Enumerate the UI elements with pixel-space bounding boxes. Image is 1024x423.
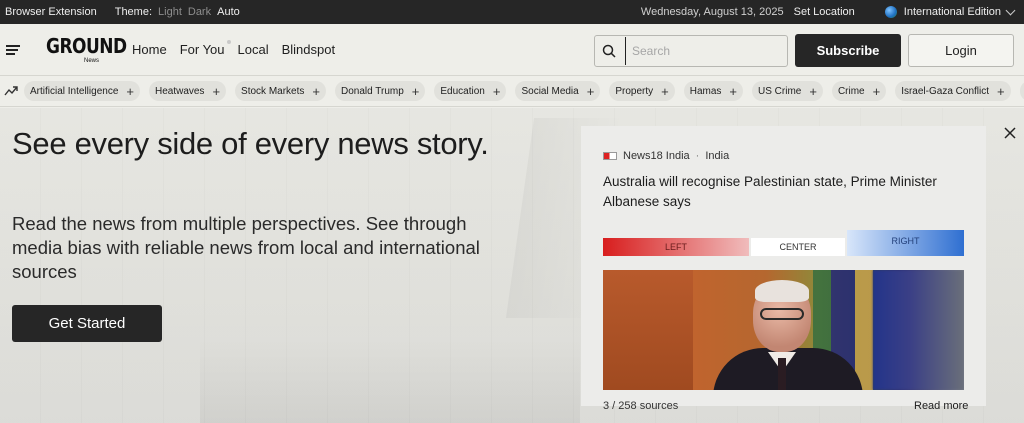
topic-chip-label: Donald Trump xyxy=(340,85,404,97)
login-button[interactable]: Login xyxy=(908,34,1014,67)
hero-section: See every side of every news story. Read… xyxy=(0,108,1024,423)
main-header: GROUND News Home For You Local Blindspot… xyxy=(0,24,1024,76)
plus-icon[interactable]: + xyxy=(729,85,737,98)
topic-chip[interactable]: Stock Markets + xyxy=(235,81,326,101)
get-started-button[interactable]: Get Started xyxy=(12,305,162,342)
topic-list: Artificial Intelligence + Heatwaves + Stock … xyxy=(24,81,1024,101)
notification-dot xyxy=(226,40,231,44)
topic-chip[interactable]: Heatwaves + xyxy=(148,81,227,101)
topic-chip-label: Social Media xyxy=(521,85,579,97)
topic-chip-label: Hamas xyxy=(689,85,722,97)
source-count: 3 / 258 sources xyxy=(603,400,679,412)
topic-chip[interactable]: Israel-Gaza Conflict + xyxy=(895,81,1011,101)
image-person-glasses xyxy=(760,308,804,320)
search-box[interactable] xyxy=(594,35,788,67)
topic-chip-label: Education xyxy=(440,85,485,97)
top-utility-bar: Browser Extension Theme: Light Dark Auto… xyxy=(0,0,1024,24)
topic-chip[interactable]: Property + xyxy=(609,81,675,101)
hero-subtitle: Read the news from multiple perspectives… xyxy=(12,213,480,282)
topic-chip-label: Heatwaves xyxy=(154,85,205,97)
plus-icon[interactable]: + xyxy=(212,85,220,98)
theme-option-auto[interactable]: Auto xyxy=(217,6,240,18)
bias-left-segment: LEFT xyxy=(603,238,749,256)
separator-dot: · xyxy=(695,150,700,162)
featured-story-card[interactable]: News18 India · India Australia will reco… xyxy=(581,126,986,412)
close-icon[interactable] xyxy=(1003,126,1017,140)
bias-distribution-bar: LEFT CENTER RIGHT xyxy=(603,230,964,256)
topic-chip[interactable]: Social Media + xyxy=(515,81,601,101)
bias-right-segment: RIGHT xyxy=(847,230,964,256)
image-person-tie xyxy=(778,358,786,390)
subscribe-button[interactable]: Subscribe xyxy=(795,34,901,67)
source-logo-icon xyxy=(603,152,617,160)
nav-local[interactable]: Local xyxy=(238,42,269,57)
plus-icon[interactable]: + xyxy=(493,85,501,98)
topic-chip[interactable]: Artificial Intelligence + xyxy=(24,81,140,101)
plus-icon[interactable]: + xyxy=(312,85,320,98)
source-name[interactable]: News18 India xyxy=(623,150,690,162)
topic-chip-label: Crime xyxy=(837,85,865,97)
main-nav: Home For You Local Blindspot xyxy=(132,40,348,57)
theme-option-dark[interactable]: Dark xyxy=(188,6,211,18)
story-image[interactable] xyxy=(603,270,964,390)
topic-chip-label: Property xyxy=(615,85,654,97)
bias-right-label: RIGHT xyxy=(891,236,920,246)
nav-for-you-label: For You xyxy=(179,42,225,57)
topic-chip[interactable]: U xyxy=(1019,81,1024,101)
plus-icon[interactable]: + xyxy=(873,85,881,98)
theme-option-light[interactable]: Light xyxy=(158,6,182,18)
globe-icon xyxy=(884,6,897,18)
image-background-panel xyxy=(603,270,693,390)
topic-chip[interactable]: Donald Trump + xyxy=(334,81,426,101)
read-more-link[interactable]: Read more xyxy=(914,400,968,412)
topic-chip[interactable]: Education + xyxy=(434,81,507,101)
plus-icon[interactable]: + xyxy=(809,85,817,98)
nav-home[interactable]: Home xyxy=(132,42,167,57)
topic-chip-label: Artificial Intelligence xyxy=(30,85,119,97)
hamburger-icon[interactable] xyxy=(6,45,20,55)
topic-chip-label: US Crime xyxy=(758,85,802,97)
browser-extension-link[interactable]: Browser Extension xyxy=(5,6,97,18)
hero-title: See every side of every news story. xyxy=(12,126,489,161)
story-source-row: News18 India · India xyxy=(603,150,729,162)
theme-label: Theme: xyxy=(114,6,153,18)
trending-icon xyxy=(4,86,18,96)
topic-chip-label: Stock Markets xyxy=(241,85,305,97)
plus-icon[interactable]: + xyxy=(412,85,420,98)
nav-for-you[interactable]: For You xyxy=(179,40,231,57)
plus-icon[interactable]: + xyxy=(661,85,669,98)
set-location-link[interactable]: Set Location xyxy=(794,6,855,18)
story-headline[interactable]: Australia will recognise Palestinian sta… xyxy=(603,172,963,212)
bias-left-label: LEFT xyxy=(664,242,687,252)
topic-chip[interactable]: Hamas + xyxy=(683,81,743,101)
edition-selector[interactable]: International Edition xyxy=(904,6,1001,18)
search-input[interactable] xyxy=(625,37,783,65)
plus-icon[interactable]: + xyxy=(587,85,595,98)
search-icon xyxy=(602,44,616,58)
site-logo[interactable]: GROUND News xyxy=(46,34,127,66)
current-date: Wednesday, August 13, 2025 xyxy=(640,6,784,18)
topic-chip[interactable]: US Crime + xyxy=(752,81,823,101)
topic-chip-label: Israel-Gaza Conflict xyxy=(901,85,990,97)
topic-chip[interactable]: Crime + xyxy=(831,81,887,101)
image-person-hair xyxy=(755,280,809,302)
trending-topics-bar: Artificial Intelligence + Heatwaves + Stock … xyxy=(0,77,1024,107)
hero-background-shade xyxy=(200,338,580,423)
chevron-down-icon[interactable] xyxy=(1005,5,1016,15)
plus-icon[interactable]: + xyxy=(126,85,134,98)
logo-wordmark: GROUND xyxy=(46,34,127,59)
bias-center-label: CENTER xyxy=(779,242,817,252)
story-region: India xyxy=(705,150,730,162)
logo-subtitle: News xyxy=(84,58,100,64)
nav-blindspot[interactable]: Blindspot xyxy=(282,42,335,57)
bias-center-segment: CENTER xyxy=(751,238,845,256)
image-flag-blurred xyxy=(873,270,964,390)
plus-icon[interactable]: + xyxy=(997,85,1005,98)
